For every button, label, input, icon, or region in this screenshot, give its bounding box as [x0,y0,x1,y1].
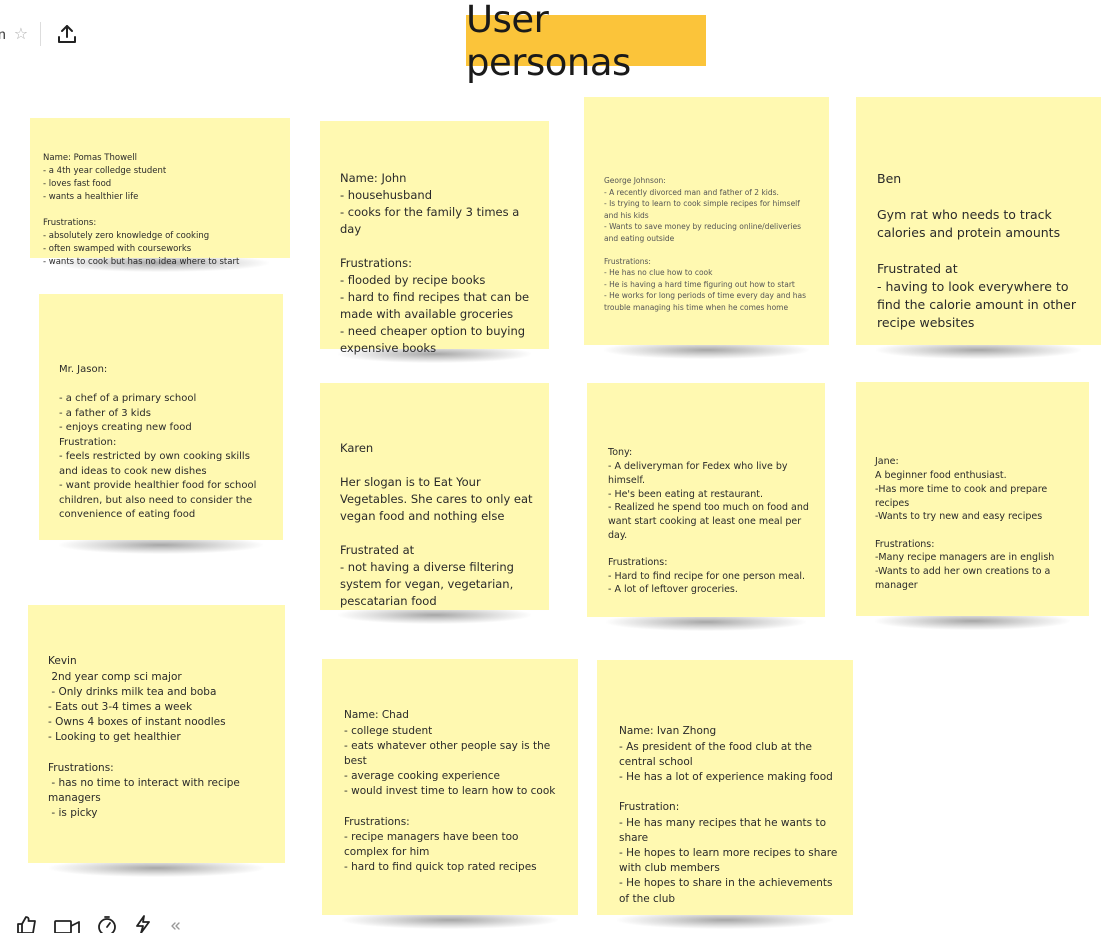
sticky-note-text: George Johnson: - A recently divorced ma… [604,176,807,312]
thumbs-up-icon[interactable] [16,915,38,933]
star-icon[interactable]: ☆ [14,24,28,44]
page-title: User personas [466,0,631,84]
lightning-icon[interactable] [134,915,152,933]
sticky-note-text: Karen Her slogan is to Eat Your Vegetabl… [340,441,533,608]
timer-icon[interactable] [96,915,118,933]
sticky-note-text: Name: Pomas Thowell - a 4th year colledg… [43,153,240,267]
sticky-note-ivan[interactable]: Name: Ivan Zhong - As president of the f… [597,660,853,929]
sticky-note-chad[interactable]: Name: Chad - college student - eats what… [322,659,578,929]
sticky-note-text: Jane: A beginner food enthusiast. -Has m… [875,456,1055,591]
sticky-note-ben[interactable]: Ben Gym rat who needs to track calories … [856,97,1101,359]
sticky-note-text: Kevin 2nd year comp sci major - Only dri… [48,655,240,820]
sticky-note-text: Ben Gym rat who needs to track calories … [877,171,1076,330]
sticky-note-text: Tony: - A deliveryman for Fedex who live… [608,447,809,596]
sticky-note-john[interactable]: Name: John - househusband - cooks for th… [320,121,549,363]
sticky-note-kevin[interactable]: Kevin 2nd year comp sci major - Only dri… [28,605,285,877]
collapse-chevrons-icon[interactable] [168,919,182,933]
sticky-note-text: Name: John - househusband - cooks for th… [340,171,530,355]
sticky-note-jason[interactable]: Mr. Jason: - a chef of a primary school … [39,294,283,554]
sticky-note-jane[interactable]: Jane: A beginner food enthusiast. -Has m… [856,382,1089,630]
bottom-toolbar [16,911,182,933]
sticky-note-karen[interactable]: Karen Her slogan is to Eat Your Vegetabl… [320,383,549,624]
video-camera-icon[interactable] [54,917,80,933]
sticky-note-pomas[interactable]: Name: Pomas Thowell - a 4th year colledg… [30,118,290,272]
page-title-highlight[interactable]: User personas [466,0,706,84]
board-toolbar: n ☆ [0,20,79,48]
upload-icon[interactable] [55,22,79,46]
sticky-note-tony[interactable]: Tony: - A deliveryman for Fedex who live… [587,383,825,631]
toolbar-divider [40,22,42,46]
sticky-note-george[interactable]: George Johnson: - A recently divorced ma… [584,97,829,359]
sticky-note-text: Mr. Jason: - a chef of a primary school … [59,364,257,520]
sticky-note-text: Name: Chad - college student - eats what… [344,709,556,874]
board-name[interactable]: n [0,26,6,42]
sticky-note-text: Name: Ivan Zhong - As president of the f… [619,725,838,905]
